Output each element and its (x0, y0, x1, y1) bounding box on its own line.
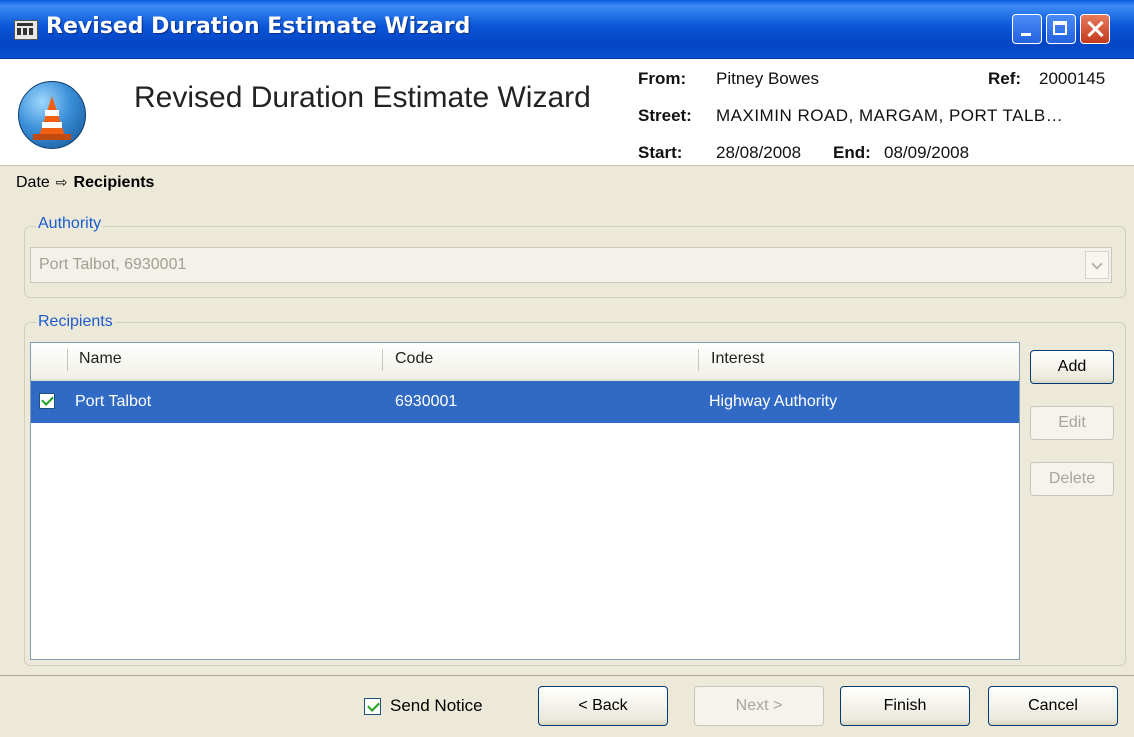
cell-name: Port Talbot (75, 393, 152, 410)
ref-value: 2000145 (1039, 69, 1106, 88)
title-bar[interactable]: Revised Duration Estimate Wizard (0, 0, 1134, 59)
from-label: From: (638, 69, 687, 88)
wizard-header: Revised Duration Estimate Wizard From: P… (0, 59, 1134, 166)
end-value: 08/09/2008 (884, 143, 970, 162)
next-button[interactable]: Next > (694, 686, 824, 726)
row-checkbox[interactable] (39, 393, 55, 409)
arrow-right-icon: ⇨ (55, 175, 68, 191)
finish-button[interactable]: Finish (840, 686, 970, 726)
minimize-button[interactable] (1012, 14, 1042, 44)
recipients-table[interactable]: Name Code Interest Port Talbot 6930001 H… (30, 342, 1020, 660)
add-button[interactable]: Add (1030, 350, 1114, 384)
app-icon (14, 20, 38, 40)
recipients-legend: Recipients (36, 313, 115, 331)
delete-button[interactable]: Delete (1030, 462, 1114, 496)
chevron-down-icon[interactable] (1085, 251, 1109, 279)
send-notice-label[interactable]: Send Notice (390, 696, 483, 716)
wizard-window: Revised Duration Estimate Wizard Revised… (0, 0, 1134, 737)
checkmark-icon (367, 699, 380, 712)
ref-label: Ref: (988, 69, 1022, 88)
window-title: Revised Duration Estimate Wizard (46, 14, 471, 39)
edit-button[interactable]: Edit (1030, 406, 1114, 440)
traffic-cone-icon (18, 81, 86, 149)
cancel-button[interactable]: Cancel (988, 686, 1118, 726)
street-label: Street: (638, 106, 692, 125)
street-value: MAXIMIN ROAD, MARGAM, PORT TALB… (716, 106, 1064, 125)
end-label: End: (833, 143, 871, 162)
breadcrumb: Date ⇨ Recipients (16, 174, 154, 192)
authority-legend: Authority (36, 215, 104, 233)
wizard-title: Revised Duration Estimate Wizard (134, 81, 591, 114)
column-header-code[interactable]: Code (395, 350, 433, 368)
close-button[interactable] (1080, 14, 1110, 44)
cell-code: 6930001 (395, 393, 458, 410)
breadcrumb-step-recipients: Recipients (73, 174, 155, 191)
maximize-button[interactable] (1046, 14, 1076, 44)
column-header-interest[interactable]: Interest (711, 350, 764, 368)
authority-value: Port Talbot, 6930001 (39, 256, 187, 273)
table-row[interactable]: Port Talbot 6930001 Highway Authority (31, 381, 1019, 423)
breadcrumb-step-date: Date (16, 174, 50, 191)
column-header-name[interactable]: Name (79, 350, 122, 368)
authority-dropdown[interactable]: Port Talbot, 6930001 (30, 247, 1112, 283)
cell-interest: Highway Authority (709, 393, 838, 410)
send-notice-checkbox[interactable] (364, 698, 381, 715)
start-value: 28/08/2008 (716, 143, 802, 162)
checkmark-icon (41, 393, 54, 406)
from-value: Pitney Bowes (716, 69, 819, 88)
start-label: Start: (638, 143, 683, 162)
footer-divider (0, 675, 1134, 676)
back-button[interactable]: < Back (538, 686, 668, 726)
table-header: Name Code Interest (31, 343, 1019, 382)
